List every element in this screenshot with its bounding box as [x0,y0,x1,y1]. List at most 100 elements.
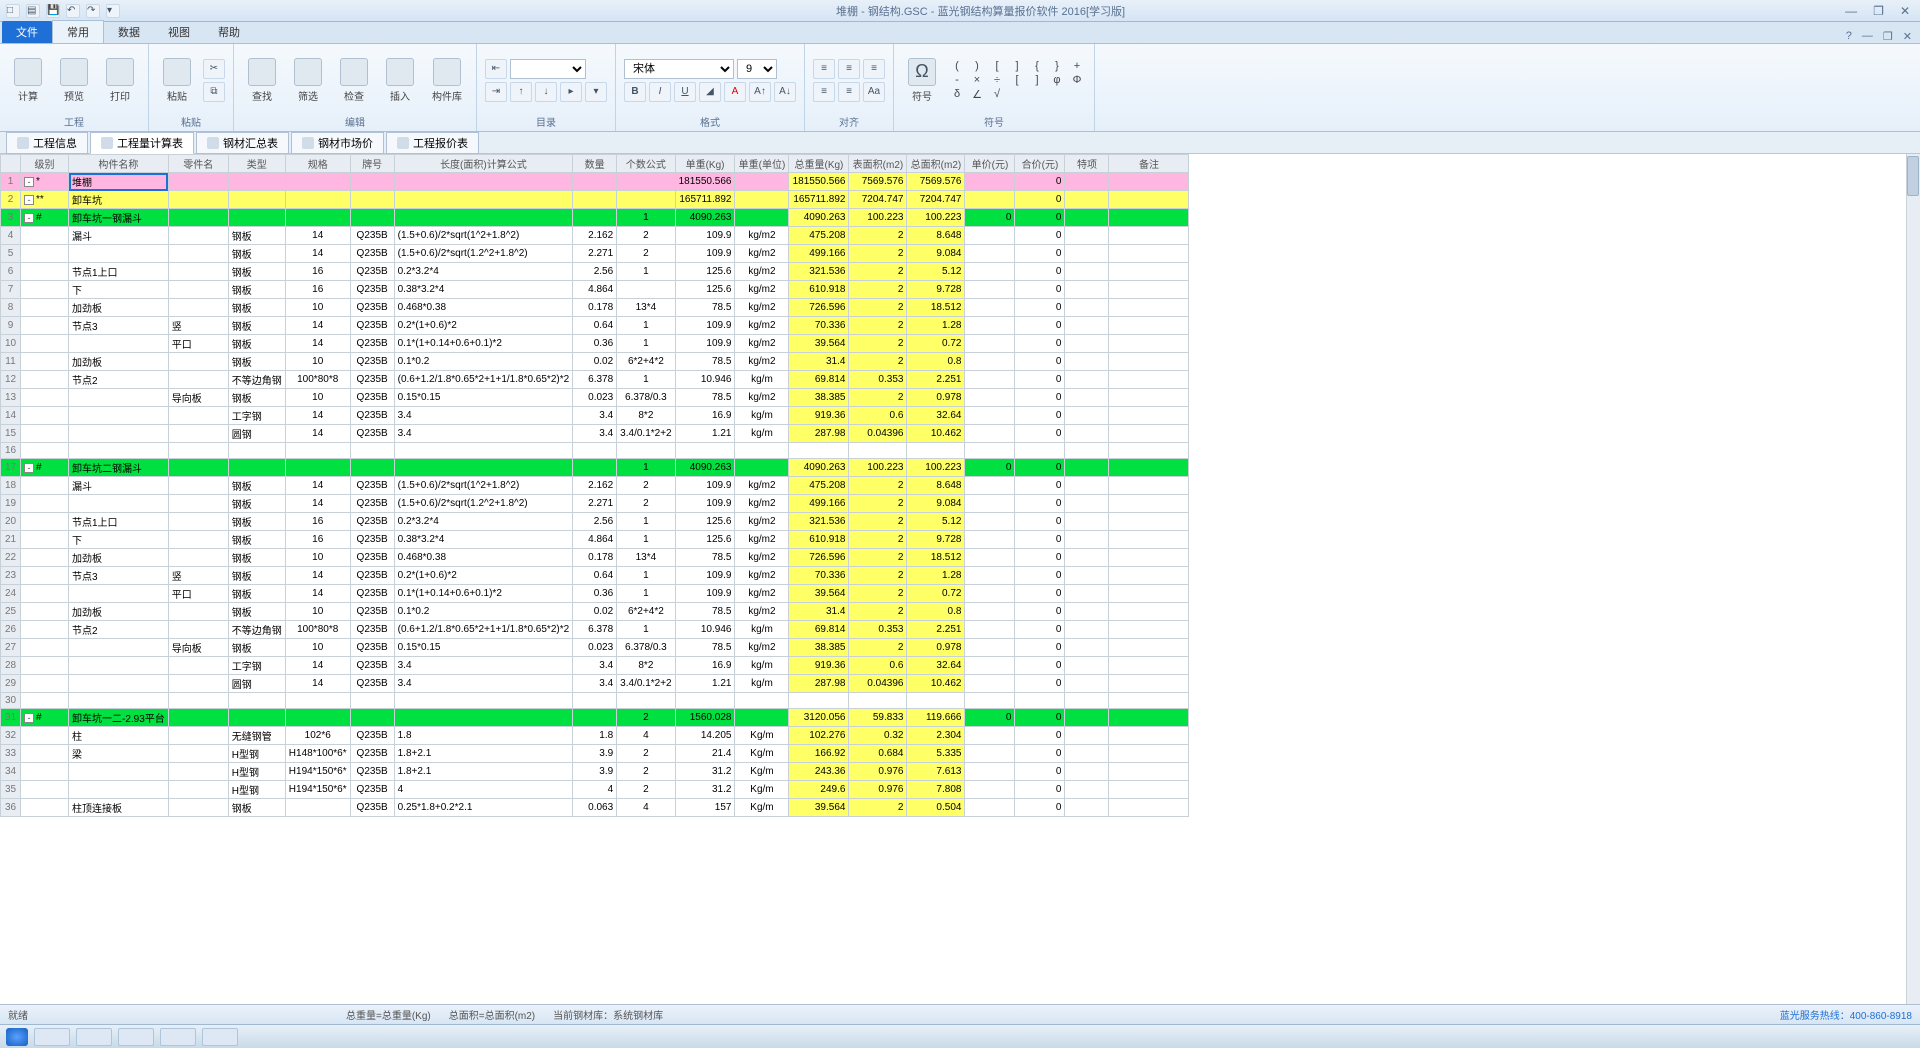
column-header[interactable]: 特项 [1065,155,1109,173]
cell[interactable] [617,173,675,191]
cell[interactable]: 0.72 [907,335,965,353]
cell[interactable] [1109,727,1189,745]
font-grow-button[interactable]: A↑ [749,82,771,102]
cell[interactable] [965,389,1015,407]
column-header[interactable]: 总面积(m2) [907,155,965,173]
tree-toggle[interactable]: - [24,213,34,223]
cell[interactable]: kg/m [735,621,789,639]
cell[interactable]: 287.98 [789,425,849,443]
cell[interactable] [21,281,69,299]
cell[interactable]: 0.353 [849,371,907,389]
copy-button[interactable]: ⧉ [203,82,225,102]
cell[interactable]: Q235B [350,799,394,817]
cell[interactable]: 加劲板 [69,549,169,567]
ribbon-restore-button[interactable]: ❐ [1883,30,1893,43]
qa-new-icon[interactable]: □ [6,4,20,18]
cell[interactable] [1065,495,1109,513]
cell[interactable] [965,191,1015,209]
row-number[interactable]: 31 [1,709,21,727]
cell[interactable]: 0 [1015,657,1065,675]
symbol-item[interactable]: ] [1028,74,1046,86]
cell[interactable]: kg/m2 [735,495,789,513]
row-number[interactable]: 3 [1,209,21,227]
cell[interactable]: Q235B [350,567,394,585]
cell[interactable] [1065,781,1109,799]
cell[interactable] [965,281,1015,299]
table-row[interactable]: 22加劲板钢板10Q235B0.468*0.380.17813*478.5kg/… [1,549,1189,567]
cell[interactable]: 0 [1015,407,1065,425]
cell[interactable]: Q235B [350,263,394,281]
cell[interactable]: 2 [849,531,907,549]
cell[interactable]: Kg/m [735,745,789,763]
cell[interactable]: kg/m2 [735,567,789,585]
cell[interactable]: H型钢 [228,745,285,763]
cell[interactable]: kg/m [735,657,789,675]
cell[interactable]: Q235B [350,281,394,299]
column-header[interactable]: 零件名 [168,155,228,173]
cell[interactable]: 14 [285,495,350,513]
sheet-tab[interactable]: 钢材市场价 [291,132,384,154]
cell[interactable] [69,639,169,657]
taskbar-item[interactable] [202,1028,238,1046]
tab-视图[interactable]: 视图 [154,21,204,43]
row-number[interactable]: 20 [1,513,21,531]
calc-button[interactable]: 计算 [8,56,48,105]
cell[interactable]: -# [21,459,69,477]
grid-area[interactable]: 级别构件名称零件名类型规格牌号长度(面积)计算公式数量个数公式单重(Kg)单重(… [0,154,1920,1004]
cell[interactable]: 2.56 [573,263,617,281]
cell[interactable]: 39.564 [789,799,849,817]
cell[interactable]: 0.64 [573,317,617,335]
sheet-tab[interactable]: 工程信息 [6,132,88,154]
taskbar-item[interactable] [118,1028,154,1046]
cell[interactable]: -* [21,173,69,191]
cell[interactable] [350,693,394,709]
cell[interactable] [394,709,573,727]
cell[interactable]: 钢板 [228,245,285,263]
cell[interactable] [168,299,228,317]
cell[interactable]: 0.468*0.38 [394,299,573,317]
fill-color-button[interactable]: ◢ [699,82,721,102]
cell[interactable]: 919.36 [789,407,849,425]
cell[interactable]: 0.32 [849,727,907,745]
table-row[interactable]: 31-#卸车坑一二-2.93平台21560.0283120.05659.8331… [1,709,1189,727]
cell[interactable] [965,263,1015,281]
cell[interactable] [21,317,69,335]
cell[interactable] [168,425,228,443]
cell[interactable]: 0 [1015,603,1065,621]
cell[interactable] [965,531,1015,549]
cell[interactable]: 2 [849,299,907,317]
cell[interactable] [1065,531,1109,549]
cell[interactable]: kg/m [735,425,789,443]
cell[interactable]: 249.6 [789,781,849,799]
print-button[interactable]: 打印 [100,56,140,105]
cell[interactable]: 100.223 [907,459,965,477]
cell[interactable]: 卸车坑一钢漏斗 [69,209,169,227]
cell[interactable] [1109,263,1189,281]
cell[interactable]: 10.462 [907,425,965,443]
cell[interactable]: Q235B [350,639,394,657]
cell[interactable] [69,675,169,693]
table-row[interactable]: 33梁H型钢H148*100*6*Q235B1.8+2.13.9221.4Kg/… [1,745,1189,763]
cell[interactable]: 0 [1015,513,1065,531]
cell[interactable]: 14 [285,317,350,335]
scroll-thumb[interactable] [1907,156,1919,196]
cell[interactable]: 109.9 [675,585,735,603]
cell[interactable] [21,513,69,531]
cell[interactable]: 181550.566 [675,173,735,191]
cell[interactable] [1109,425,1189,443]
cell[interactable]: 69.814 [789,621,849,639]
column-header[interactable]: 备注 [1109,155,1189,173]
cell[interactable] [1065,459,1109,477]
cell[interactable]: 0 [1015,477,1065,495]
cell[interactable]: 钢板 [228,639,285,657]
cell[interactable]: 0.976 [849,763,907,781]
cell[interactable] [965,763,1015,781]
cell[interactable]: 7569.576 [849,173,907,191]
cell[interactable]: 节点3 [69,567,169,585]
cell[interactable] [907,693,965,709]
cell[interactable]: 243.36 [789,763,849,781]
cell[interactable]: 2 [849,245,907,263]
row-number[interactable]: 22 [1,549,21,567]
cell[interactable]: 钢板 [228,531,285,549]
cell[interactable]: 下 [69,531,169,549]
